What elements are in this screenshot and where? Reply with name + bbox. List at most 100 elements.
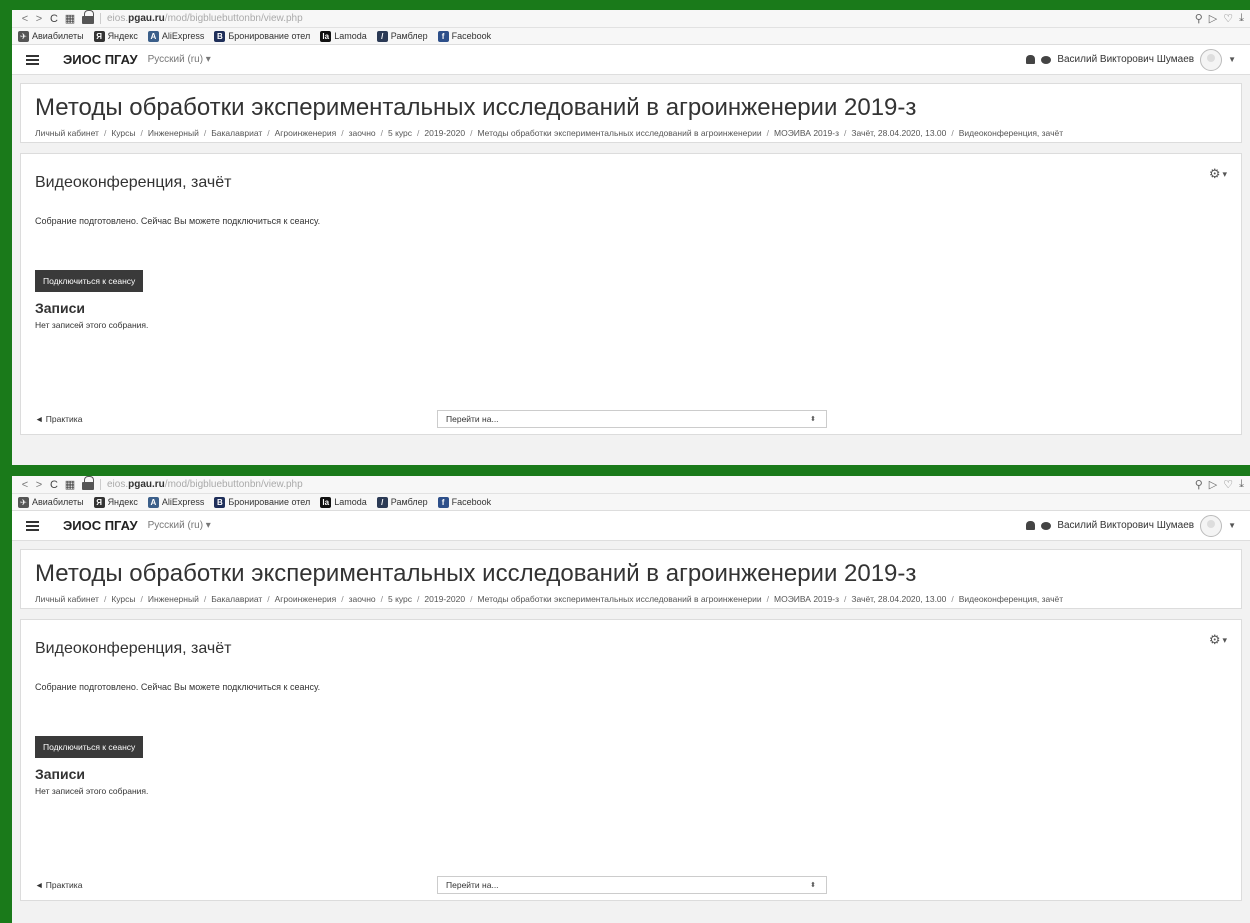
forward-icon[interactable]: > <box>32 479 46 491</box>
status-text: Собрание подготовлено. Сейчас Вы можете … <box>35 216 321 226</box>
bookmark-label: Авиабилеты <box>32 31 84 41</box>
prev-activity-link[interactable]: ◄ Практика <box>35 880 437 890</box>
heart-icon[interactable]: ♡ <box>1223 478 1233 491</box>
breadcrumb-separator: / <box>470 128 473 138</box>
download-icon[interactable]: ⤓ <box>1239 478 1244 491</box>
bookmark-item[interactable]: / Рамблер <box>376 30 428 42</box>
breadcrumb-item[interactable]: Бакалавриат <box>211 128 262 138</box>
back-icon[interactable]: < <box>18 13 32 25</box>
bookmark-item[interactable]: la Lamoda <box>320 496 367 508</box>
join-session-button[interactable]: Подключиться к сеансу <box>35 270 144 292</box>
breadcrumb-item[interactable]: 5 курс <box>388 594 412 604</box>
bookmark-item[interactable]: f Facebook <box>437 30 491 42</box>
recordings-heading: Записи <box>35 300 86 316</box>
breadcrumb-item[interactable]: заочно <box>349 128 376 138</box>
bookmark-item[interactable]: la Lamoda <box>320 30 367 42</box>
search-icon[interactable]: ⚲ <box>1195 12 1203 25</box>
bookmark-item[interactable]: A AliExpress <box>147 30 204 42</box>
breadcrumb-item[interactable]: Видеоконференция, зачёт <box>959 594 1063 604</box>
url-field[interactable]: eios.pgau.ru/mod/bigbluebuttonbn/view.ph… <box>100 13 303 24</box>
booking-icon: B <box>214 30 226 42</box>
language-menu[interactable]: Русский (ru) ▾ <box>148 54 211 65</box>
bookmark-item[interactable]: Я Яндекс <box>93 496 138 508</box>
avatar[interactable] <box>1200 514 1223 537</box>
bookmark-item[interactable]: / Рамблер <box>376 496 428 508</box>
message-icon[interactable] <box>1041 55 1052 64</box>
join-session-button[interactable]: Подключиться к сеансу <box>35 736 144 758</box>
breadcrumb-item[interactable]: Личный кабинет <box>35 128 99 138</box>
grid-icon[interactable]: ▦ <box>62 12 78 25</box>
breadcrumb-item[interactable]: Видеоконференция, зачёт <box>959 128 1063 138</box>
bell-icon[interactable] <box>1026 521 1036 530</box>
grid-icon[interactable]: ▦ <box>62 478 78 491</box>
jump-to-select[interactable]: Перейти на... ⬍ <box>437 410 827 428</box>
breadcrumb-item[interactable]: Курсы <box>111 594 135 604</box>
url-field[interactable]: eios.pgau.ru/mod/bigbluebuttonbn/view.ph… <box>100 479 303 490</box>
reload-icon[interactable]: C <box>46 13 62 25</box>
breadcrumb-item[interactable]: Зачёт, 28.04.2020, 13.00 <box>851 128 946 138</box>
bookmark-item[interactable]: A AliExpress <box>147 496 205 508</box>
download-icon[interactable]: ⤓ <box>1239 12 1244 25</box>
breadcrumb-separator: / <box>140 128 143 138</box>
prev-activity-link[interactable]: ◄ Практика <box>35 414 437 424</box>
breadcrumb-separator: / <box>470 594 473 604</box>
facebook-icon: f <box>437 496 449 508</box>
bookmark-item[interactable]: B Бронирование отел <box>214 30 310 42</box>
message-icon[interactable] <box>1041 521 1052 530</box>
settings-menu[interactable]: ⚙ ▾ <box>1209 166 1227 182</box>
forward-icon[interactable]: > <box>32 13 46 25</box>
breadcrumb-item[interactable]: МОЭИВА 2019-з <box>774 594 839 604</box>
bookmark-item[interactable]: Я Яндекс <box>93 30 138 42</box>
breadcrumb-item[interactable]: 2019-2020 <box>424 594 465 604</box>
bookmark-label: Авиабилеты <box>32 497 84 507</box>
breadcrumb-item[interactable]: 5 курс <box>388 128 412 138</box>
breadcrumb-item[interactable]: Личный кабинет <box>35 594 99 604</box>
jump-to-select[interactable]: Перейти на... ⬍ <box>437 876 827 894</box>
bell-icon[interactable] <box>1026 55 1036 64</box>
menu-icon[interactable] <box>26 54 39 65</box>
breadcrumb-item[interactable]: Агроинженерия <box>275 128 337 138</box>
reload-icon[interactable]: C <box>46 479 62 491</box>
language-menu[interactable]: Русский (ru) ▾ <box>148 520 211 531</box>
bookmark-item[interactable]: f Facebook <box>437 496 491 508</box>
breadcrumb-item[interactable]: Агроинженерия <box>275 594 337 604</box>
breadcrumb-item[interactable]: Методы обработки экспериментальных иссле… <box>477 128 761 138</box>
breadcrumb-separator: / <box>380 128 383 138</box>
back-icon[interactable]: < <box>18 479 32 491</box>
user-name[interactable]: Василий Викторович Шумаев <box>1057 520 1194 531</box>
bookmark-item[interactable]: ✈ Авиабилеты <box>18 496 84 508</box>
breadcrumb-item[interactable]: Инженерный <box>148 594 199 604</box>
bookmark-label: Яндекс <box>107 497 138 507</box>
browser-address-bar: < > C ▦ eios.pgau.ru/mod/bigbluebuttonbn… <box>12 10 1250 28</box>
caret-down-icon[interactable]: ▼ <box>1228 521 1236 530</box>
breadcrumb-separator: / <box>203 594 207 604</box>
bookmark-label: AliExpress <box>161 497 205 507</box>
menu-icon[interactable] <box>26 520 39 531</box>
send-icon[interactable]: ▷ <box>1209 12 1217 25</box>
heart-icon[interactable]: ♡ <box>1223 12 1233 25</box>
breadcrumb-item[interactable]: Курсы <box>111 128 135 138</box>
bookmark-item[interactable]: B Бронирование отел <box>214 496 311 508</box>
breadcrumb-item[interactable]: Методы обработки экспериментальных иссле… <box>477 594 761 604</box>
user-name[interactable]: Василий Викторович Шумаев <box>1057 54 1194 65</box>
breadcrumb-item[interactable]: Бакалавриат <box>211 594 262 604</box>
send-icon[interactable]: ▷ <box>1209 478 1217 491</box>
aliexpress-icon: A <box>147 30 159 42</box>
breadcrumb-item[interactable]: заочно <box>349 594 376 604</box>
site-name[interactable]: ЭИОС ПГАУ <box>63 518 138 533</box>
caret-down-icon[interactable]: ▼ <box>1228 55 1236 64</box>
chevron-down-icon: ▾ <box>1222 168 1227 179</box>
breadcrumb-separator: / <box>267 128 270 138</box>
breadcrumb-item[interactable]: 2019-2020 <box>424 128 465 138</box>
site-name[interactable]: ЭИОС ПГАУ <box>63 52 138 67</box>
search-icon[interactable]: ⚲ <box>1195 478 1203 491</box>
settings-menu[interactable]: ⚙ ▾ <box>1209 632 1227 648</box>
recordings-heading: Записи <box>35 766 86 782</box>
breadcrumb-item[interactable]: Зачёт, 28.04.2020, 13.00 <box>851 594 946 604</box>
breadcrumb-item[interactable]: МОЭИВА 2019-з <box>774 128 839 138</box>
breadcrumb-item[interactable]: Инженерный <box>148 128 199 138</box>
breadcrumb-separator: / <box>417 594 420 604</box>
bookmark-item[interactable]: ✈ Авиабилеты <box>18 30 84 42</box>
bookmark-label: Бронирование отел <box>228 497 311 507</box>
avatar[interactable] <box>1200 48 1223 71</box>
